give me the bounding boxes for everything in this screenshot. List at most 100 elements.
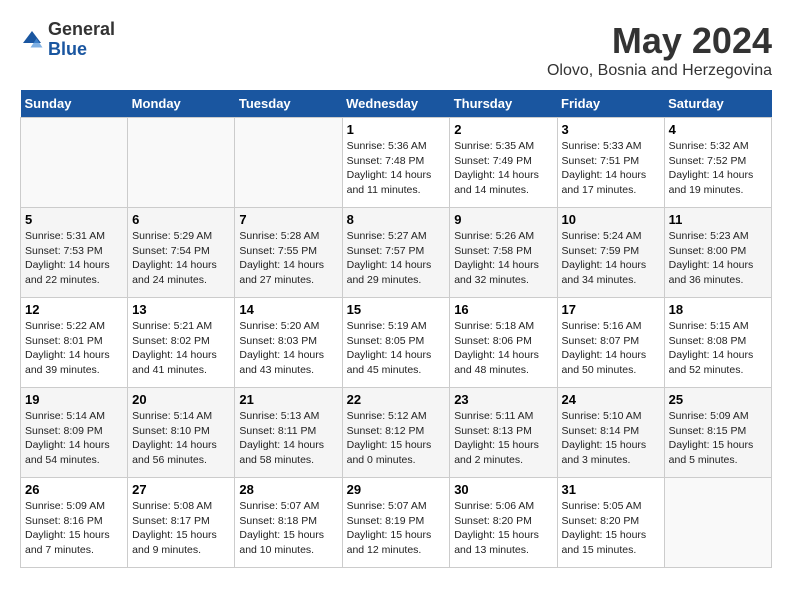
day-info: Sunrise: 5:10 AM Sunset: 8:14 PM Dayligh… <box>562 409 660 468</box>
calendar-cell: 26Sunrise: 5:09 AM Sunset: 8:16 PM Dayli… <box>21 478 128 568</box>
calendar-cell: 6Sunrise: 5:29 AM Sunset: 7:54 PM Daylig… <box>128 208 235 298</box>
day-info: Sunrise: 5:35 AM Sunset: 7:49 PM Dayligh… <box>454 139 552 198</box>
day-number: 31 <box>562 482 660 497</box>
calendar-cell: 22 Sunrise: 5:12 AM Sunset: 8:12 PM Dayli… <box>342 388 450 478</box>
day-number: 25 <box>669 392 767 407</box>
calendar-cell: 14Sunrise: 5:20 AM Sunset: 8:03 PM Dayli… <box>235 298 342 388</box>
day-number: 7 <box>239 212 337 227</box>
calendar-cell <box>21 118 128 208</box>
day-number: 28 <box>239 482 337 497</box>
day-number: 17 <box>562 302 660 317</box>
day-number: 24 <box>562 392 660 407</box>
calendar-week-row: 1 Sunrise: 5:36 AM Sunset: 7:48 PM Daylig… <box>21 118 772 208</box>
day-number: 27 <box>132 482 230 497</box>
calendar-cell: 16 Sunrise: 5:18 AM Sunset: 8:06 PM Dayli… <box>450 298 557 388</box>
day-number: 10 <box>562 212 660 227</box>
day-number: 11 <box>669 212 767 227</box>
day-info: Sunrise: 5:06 AM Sunset: 8:20 PM Dayligh… <box>454 499 552 558</box>
day-info: Sunrise: 5:36 AM Sunset: 7:48 PM Dayligh… <box>347 139 446 198</box>
calendar-cell: 29 Sunrise: 5:07 AM Sunset: 8:19 PM Dayli… <box>342 478 450 568</box>
day-info: Sunrise: 5:31 AM Sunset: 7:53 PM Dayligh… <box>25 229 123 288</box>
calendar-cell: 31 Sunrise: 5:05 AM Sunset: 8:20 PM Dayli… <box>557 478 664 568</box>
header-thursday: Thursday <box>450 90 557 118</box>
day-info: Sunrise: 5:14 AM Sunset: 8:09 PM Dayligh… <box>25 409 123 468</box>
day-info: Sunrise: 5:07 AM Sunset: 8:18 PM Dayligh… <box>239 499 337 558</box>
day-info: Sunrise: 5:09 AM Sunset: 8:16 PM Dayligh… <box>25 499 123 558</box>
day-info: Sunrise: 5:16 AM Sunset: 8:07 PM Dayligh… <box>562 319 660 378</box>
day-info: Sunrise: 5:13 AM Sunset: 8:11 PM Dayligh… <box>239 409 337 468</box>
calendar-cell: 20 Sunrise: 5:14 AM Sunset: 8:10 PM Dayli… <box>128 388 235 478</box>
day-number: 5 <box>25 212 123 227</box>
day-number: 15 <box>347 302 446 317</box>
calendar-cell: 30 Sunrise: 5:06 AM Sunset: 8:20 PM Dayli… <box>450 478 557 568</box>
day-info: Sunrise: 5:14 AM Sunset: 8:10 PM Dayligh… <box>132 409 230 468</box>
calendar-cell: 28 Sunrise: 5:07 AM Sunset: 8:18 PM Dayli… <box>235 478 342 568</box>
day-number: 1 <box>347 122 446 137</box>
day-info: Sunrise: 5:26 AM Sunset: 7:58 PM Dayligh… <box>454 229 552 288</box>
day-info: Sunrise: 5:15 AM Sunset: 8:08 PM Dayligh… <box>669 319 767 378</box>
title-section: May 2024 Olovo, Bosnia and Herzegovina <box>547 20 772 80</box>
header-tuesday: Tuesday <box>235 90 342 118</box>
day-number: 20 <box>132 392 230 407</box>
calendar-cell: 18 Sunrise: 5:15 AM Sunset: 8:08 PM Dayli… <box>664 298 771 388</box>
calendar-cell: 5 Sunrise: 5:31 AM Sunset: 7:53 PM Daylig… <box>21 208 128 298</box>
calendar-cell: 19 Sunrise: 5:14 AM Sunset: 8:09 PM Dayli… <box>21 388 128 478</box>
day-info: Sunrise: 5:28 AM Sunset: 7:55 PM Dayligh… <box>239 229 337 288</box>
calendar-week-row: 19 Sunrise: 5:14 AM Sunset: 8:09 PM Dayli… <box>21 388 772 478</box>
calendar-cell: 27 Sunrise: 5:08 AM Sunset: 8:17 PM Dayli… <box>128 478 235 568</box>
day-info: Sunrise: 5:22 AM Sunset: 8:01 PM Dayligh… <box>25 319 123 378</box>
calendar-cell: 24 Sunrise: 5:10 AM Sunset: 8:14 PM Dayli… <box>557 388 664 478</box>
calendar-cell: 13Sunrise: 5:21 AM Sunset: 8:02 PM Dayli… <box>128 298 235 388</box>
calendar-cell: 21 Sunrise: 5:13 AM Sunset: 8:11 PM Dayli… <box>235 388 342 478</box>
calendar-cell: 2 Sunrise: 5:35 AM Sunset: 7:49 PM Daylig… <box>450 118 557 208</box>
day-info: Sunrise: 5:19 AM Sunset: 8:05 PM Dayligh… <box>347 319 446 378</box>
header-sunday: Sunday <box>21 90 128 118</box>
calendar-cell: 11 Sunrise: 5:23 AM Sunset: 8:00 PM Dayli… <box>664 208 771 298</box>
calendar-cell: 10 Sunrise: 5:24 AM Sunset: 7:59 PM Dayli… <box>557 208 664 298</box>
calendar-cell: 7 Sunrise: 5:28 AM Sunset: 7:55 PM Daylig… <box>235 208 342 298</box>
day-number: 30 <box>454 482 552 497</box>
day-info: Sunrise: 5:24 AM Sunset: 7:59 PM Dayligh… <box>562 229 660 288</box>
calendar-week-row: 12 Sunrise: 5:22 AM Sunset: 8:01 PM Dayli… <box>21 298 772 388</box>
day-number: 6 <box>132 212 230 227</box>
day-info: Sunrise: 5:20 AM Sunset: 8:03 PM Dayligh… <box>239 319 337 378</box>
day-number: 19 <box>25 392 123 407</box>
day-number: 16 <box>454 302 552 317</box>
day-number: 21 <box>239 392 337 407</box>
calendar-cell <box>664 478 771 568</box>
calendar-cell: 1 Sunrise: 5:36 AM Sunset: 7:48 PM Daylig… <box>342 118 450 208</box>
calendar-cell: 4 Sunrise: 5:32 AM Sunset: 7:52 PM Daylig… <box>664 118 771 208</box>
day-number: 4 <box>669 122 767 137</box>
day-info: Sunrise: 5:27 AM Sunset: 7:57 PM Dayligh… <box>347 229 446 288</box>
calendar-cell: 3Sunrise: 5:33 AM Sunset: 7:51 PM Daylig… <box>557 118 664 208</box>
day-number: 29 <box>347 482 446 497</box>
day-number: 12 <box>25 302 123 317</box>
day-number: 18 <box>669 302 767 317</box>
day-info: Sunrise: 5:05 AM Sunset: 8:20 PM Dayligh… <box>562 499 660 558</box>
logo-blue: Blue <box>48 39 87 59</box>
calendar-cell: 12 Sunrise: 5:22 AM Sunset: 8:01 PM Dayli… <box>21 298 128 388</box>
calendar-cell <box>235 118 342 208</box>
location-title: Olovo, Bosnia and Herzegovina <box>547 62 772 80</box>
calendar-week-row: 26Sunrise: 5:09 AM Sunset: 8:16 PM Dayli… <box>21 478 772 568</box>
month-title: May 2024 <box>547 20 772 62</box>
calendar-header-row: SundayMondayTuesdayWednesdayThursdayFrid… <box>21 90 772 118</box>
day-info: Sunrise: 5:18 AM Sunset: 8:06 PM Dayligh… <box>454 319 552 378</box>
page-header: General Blue May 2024 Olovo, Bosnia and … <box>20 20 772 80</box>
day-info: Sunrise: 5:12 AM Sunset: 8:12 PM Dayligh… <box>347 409 446 468</box>
day-number: 22 <box>347 392 446 407</box>
day-number: 2 <box>454 122 552 137</box>
day-info: Sunrise: 5:07 AM Sunset: 8:19 PM Dayligh… <box>347 499 446 558</box>
day-info: Sunrise: 5:11 AM Sunset: 8:13 PM Dayligh… <box>454 409 552 468</box>
day-info: Sunrise: 5:32 AM Sunset: 7:52 PM Dayligh… <box>669 139 767 198</box>
header-monday: Monday <box>128 90 235 118</box>
calendar-cell: 17 Sunrise: 5:16 AM Sunset: 8:07 PM Dayli… <box>557 298 664 388</box>
day-info: Sunrise: 5:08 AM Sunset: 8:17 PM Dayligh… <box>132 499 230 558</box>
logo-text: General Blue <box>48 20 115 60</box>
calendar-cell: 8Sunrise: 5:27 AM Sunset: 7:57 PM Daylig… <box>342 208 450 298</box>
day-info: Sunrise: 5:23 AM Sunset: 8:00 PM Dayligh… <box>669 229 767 288</box>
calendar-table: SundayMondayTuesdayWednesdayThursdayFrid… <box>20 90 772 568</box>
calendar-cell: 9Sunrise: 5:26 AM Sunset: 7:58 PM Daylig… <box>450 208 557 298</box>
day-info: Sunrise: 5:09 AM Sunset: 8:15 PM Dayligh… <box>669 409 767 468</box>
header-wednesday: Wednesday <box>342 90 450 118</box>
